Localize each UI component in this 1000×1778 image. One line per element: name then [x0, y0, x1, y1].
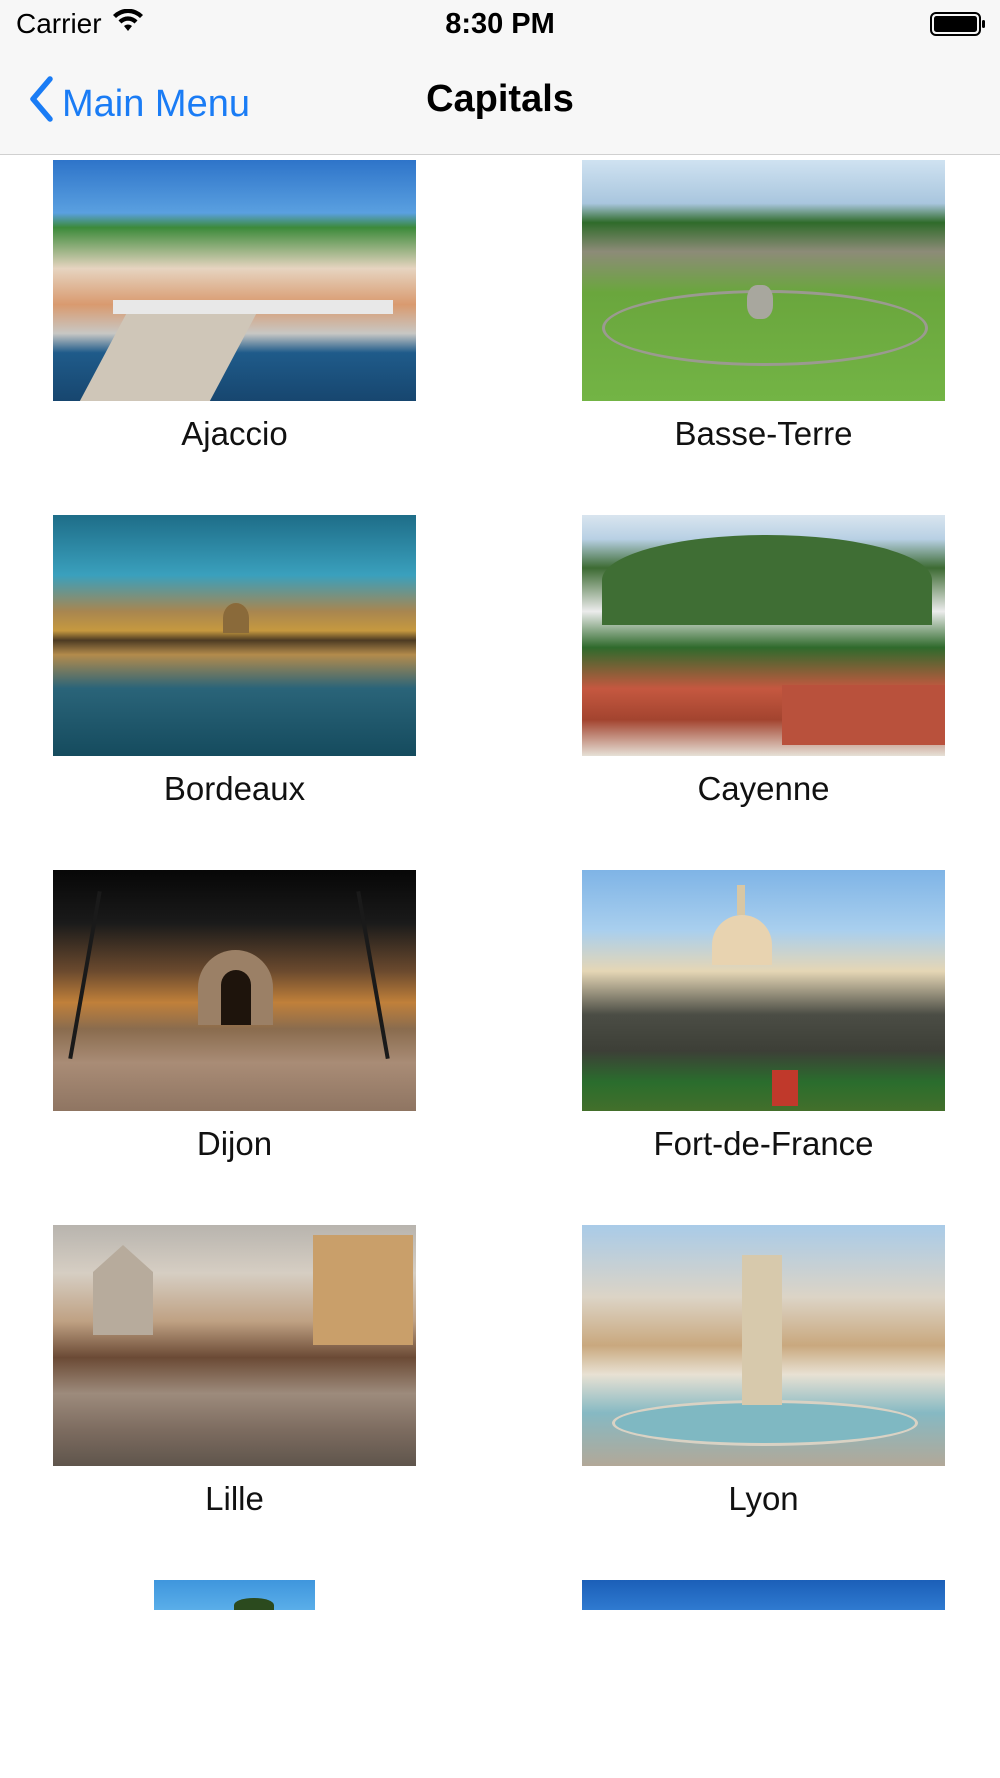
status-bar: Carrier 8:30 PM: [0, 0, 1000, 50]
fountain-tower-shape: [742, 1255, 782, 1405]
capital-photo: [582, 515, 945, 756]
capital-cell-fort-de-france[interactable]: Fort-de-France: [582, 870, 945, 1169]
lamp-post-shape: [356, 890, 390, 1060]
capital-cell-partial[interactable]: [582, 1580, 945, 1610]
door-shape: [772, 1070, 798, 1106]
capital-cell-dijon[interactable]: Dijon: [53, 870, 416, 1169]
capital-cell-ajaccio[interactable]: Ajaccio: [53, 160, 416, 459]
page-title: Capitals: [426, 78, 574, 120]
dome-shape: [712, 915, 772, 965]
fountain-basin-shape: [612, 1400, 918, 1446]
arch-opening-shape: [221, 970, 251, 1025]
capital-name: Lyon: [728, 1480, 799, 1517]
capital-name: Dijon: [196, 1125, 273, 1162]
capital-photo: [154, 1580, 315, 1610]
spire-shape: [737, 885, 745, 915]
dome-shape: [223, 603, 249, 633]
facade-shape: [313, 1235, 413, 1345]
gabled-building-shape: [93, 1245, 153, 1335]
capital-cell-cayenne[interactable]: Cayenne: [582, 515, 945, 814]
harbor-building-shape: [113, 300, 393, 314]
pier-shape: [77, 310, 259, 401]
capital-photo: [582, 870, 945, 1111]
capital-photo: [582, 1225, 945, 1466]
capital-photo: [53, 870, 416, 1111]
capitals-grid[interactable]: Ajaccio Basse-Terre Bordeaux Cayenne Dij…: [0, 160, 1000, 1610]
capital-cell-basse-terre[interactable]: Basse-Terre: [582, 160, 945, 459]
palm-shape: [234, 1598, 274, 1610]
navigation-bar: Main Menu Capitals: [0, 50, 1000, 155]
capital-name: Bordeaux: [163, 770, 306, 807]
capital-photo: [582, 1580, 945, 1610]
capital-cell-lille[interactable]: Lille: [53, 1225, 416, 1524]
capital-name: Fort-de-France: [653, 1125, 874, 1162]
capital-photo: [582, 160, 945, 401]
lamp-post-shape: [68, 890, 102, 1060]
capital-name: Ajaccio: [181, 415, 288, 452]
capital-photo: [53, 160, 416, 401]
hill-shape: [602, 535, 932, 625]
capital-cell-partial[interactable]: [154, 1580, 315, 1610]
capital-name: Cayenne: [697, 770, 830, 807]
capital-cell-bordeaux[interactable]: Bordeaux: [53, 515, 416, 814]
capital-photo: [53, 515, 416, 756]
capital-cell-lyon[interactable]: Lyon: [582, 1225, 945, 1524]
capital-name: Basse-Terre: [674, 415, 853, 452]
status-time: 8:30 PM: [445, 8, 555, 40]
capital-name: Lille: [205, 1480, 264, 1517]
roof-shape: [782, 685, 945, 745]
capital-photo: [53, 1225, 416, 1466]
battery-icon: [930, 12, 986, 36]
statue-shape: [747, 285, 773, 319]
